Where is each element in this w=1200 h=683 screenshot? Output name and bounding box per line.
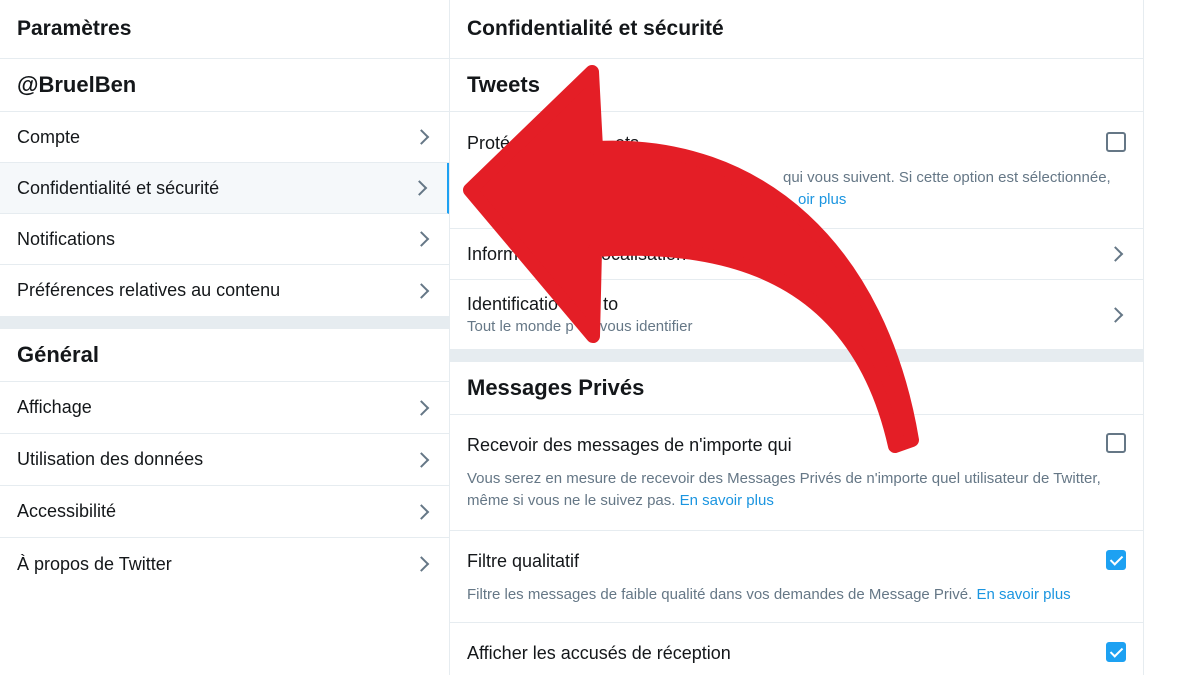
dm-section-title: Messages Privés xyxy=(450,362,1143,415)
sidebar-item-donnees[interactable]: Utilisation des données xyxy=(0,434,449,486)
sidebar-item-notifications[interactable]: Notifications xyxy=(0,214,449,265)
photo-tagging-row[interactable]: Identificatio to Tout le monde p vous id… xyxy=(450,280,1143,350)
quality-filter-checkbox[interactable] xyxy=(1106,550,1126,570)
photo-tag-title-start: Identificatio xyxy=(467,294,559,314)
dm-anyone-checkbox[interactable] xyxy=(1106,433,1126,453)
chevron-right-icon xyxy=(413,503,430,520)
photo-tag-desc-end: vous identifier xyxy=(599,318,693,335)
sidebar-item-label: Accessibilité xyxy=(17,501,117,521)
location-info-row[interactable]: Inform ocalisation xyxy=(450,229,1143,280)
chevron-right-icon xyxy=(411,180,428,196)
quality-filter-row[interactable]: Filtre qualitatif Filtre les messages de… xyxy=(450,531,1143,623)
sidebar-item-label: Confidentialité et sécurité xyxy=(17,177,220,198)
chevron-right-icon xyxy=(413,451,430,468)
account-handle: @BruelBen xyxy=(0,59,449,112)
read-receipts-checkbox[interactable] xyxy=(1106,642,1126,662)
chevron-right-icon xyxy=(413,129,430,145)
sidebar-item-compte[interactable]: Compte xyxy=(0,112,449,163)
dm-anyone-title: Recevoir des messages de n'importe qui xyxy=(467,435,792,455)
location-title-end: ocalisation xyxy=(601,244,687,264)
chevron-right-icon xyxy=(413,556,430,572)
dm-anyone-row[interactable]: Recevoir des messages de n'importe qui V… xyxy=(450,415,1143,531)
read-receipts-title: Afficher les accusés de réception xyxy=(467,643,731,663)
read-receipts-row[interactable]: Afficher les accusés de réception xyxy=(450,623,1143,683)
page-title: Confidentialité et sécurité xyxy=(450,0,1143,59)
quality-filter-desc: Filtre les messages de faible qualité da… xyxy=(467,586,973,603)
sidebar-item-label: Utilisation des données xyxy=(17,449,204,469)
learn-more-link[interactable]: En savoir plus xyxy=(680,492,774,509)
sidebar-item-label: Préférences relatives au contenu xyxy=(17,280,281,300)
sidebar-item-label: Notifications xyxy=(17,228,116,249)
learn-more-link[interactable]: En savoir plus xyxy=(976,586,1070,603)
sidebar-item-affichage[interactable]: Affichage xyxy=(0,382,449,434)
quality-filter-title: Filtre qualitatif xyxy=(467,551,580,571)
protect-tweets-row[interactable]: Proté ets qui vous suivent. Si cette opt… xyxy=(450,112,1143,229)
protect-title-end: ets xyxy=(615,133,640,153)
photo-tag-desc-start: Tout le monde p xyxy=(467,318,574,335)
tweets-section-title: Tweets xyxy=(450,59,1143,112)
chevron-right-icon xyxy=(1107,246,1124,262)
settings-header: Paramètres xyxy=(0,0,449,59)
dm-anyone-desc: Vous serez en mesure de recevoir des Mes… xyxy=(467,470,1101,509)
location-title-start: Inform xyxy=(467,244,519,264)
settings-sidebar: Paramètres @BruelBen Compte Confidential… xyxy=(0,0,450,675)
sidebar-item-a-propos[interactable]: À propos de Twitter xyxy=(0,538,449,590)
sidebar-item-confidentialite[interactable]: Confidentialité et sécurité xyxy=(0,163,449,214)
sidebar-item-label: Compte xyxy=(17,126,81,147)
sidebar-item-label: À propos de Twitter xyxy=(17,553,172,574)
chevron-right-icon xyxy=(1107,306,1124,323)
privacy-settings-panel: Confidentialité et sécurité Tweets Proté… xyxy=(450,0,1144,675)
protect-title-start: Proté xyxy=(467,133,511,153)
chevron-right-icon xyxy=(413,231,430,247)
chevron-right-icon xyxy=(413,282,430,299)
sidebar-item-label: Affichage xyxy=(17,397,92,417)
photo-tag-title-end: to xyxy=(603,294,619,314)
general-section-title: Général xyxy=(0,329,449,382)
section-divider xyxy=(0,317,449,329)
sidebar-item-preferences[interactable]: Préférences relatives au contenu xyxy=(0,265,449,317)
sidebar-item-accessibilite[interactable]: Accessibilité xyxy=(0,486,449,538)
protect-desc-visible: qui vous suivent. Si cette option est sé… xyxy=(783,169,1111,186)
learn-more-link[interactable]: oir plus xyxy=(798,191,846,208)
protect-tweets-checkbox[interactable] xyxy=(1106,132,1126,152)
chevron-right-icon xyxy=(413,399,430,416)
section-divider xyxy=(450,350,1143,362)
